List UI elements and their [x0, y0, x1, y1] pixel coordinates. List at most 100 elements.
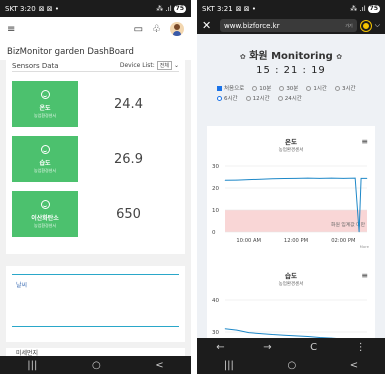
back-arrow-icon[interactable]: ←: [216, 342, 224, 353]
checkbox-icon[interactable]: [217, 85, 222, 91]
range-label: 3시간: [342, 86, 356, 92]
data-point: [354, 177, 356, 179]
battery-icon: 75: [173, 4, 186, 13]
weather-label: 날씨: [16, 282, 28, 289]
range-option[interactable]: 30분: [279, 84, 298, 92]
right-phone-screen: SKT 3:21 ⊠ ⊠ • ⁂ .ıl 75 ✕ www.bizforce.k…: [197, 0, 385, 374]
close-icon[interactable]: ✕: [202, 19, 216, 32]
radio-icon[interactable]: [245, 95, 251, 101]
recents-button[interactable]: |||: [224, 360, 234, 371]
home-button[interactable]: ○: [92, 360, 101, 371]
x-tick-label: 02:00 PM: [331, 238, 355, 244]
range-option[interactable]: 12시간: [245, 94, 270, 102]
more-icon[interactable]: ⋮: [356, 342, 366, 353]
smile-icon: [40, 89, 50, 99]
range-label: 6시간: [224, 96, 238, 102]
range-label: 1시간: [313, 86, 327, 92]
range-option[interactable]: 24시간: [277, 94, 302, 102]
device-list-select[interactable]: 전체: [156, 61, 172, 70]
avatar[interactable]: [170, 22, 184, 36]
data-point: [358, 231, 360, 233]
radio-icon[interactable]: [252, 85, 258, 91]
data-point: [283, 178, 285, 179]
signal-icon: ⁂ .ıl: [350, 4, 366, 13]
range-label: 처음으로: [224, 86, 245, 92]
range-option[interactable]: 3시간: [335, 84, 356, 92]
forward-arrow-icon[interactable]: →: [263, 342, 271, 353]
sensor-subtitle: 농업환경센서: [33, 167, 57, 173]
status-icons: ⊠ ⊠ •: [38, 4, 60, 13]
browser-nav-bar: ← → C ⋮: [197, 338, 385, 356]
browser-home-icon[interactable]: [359, 19, 372, 32]
chevron-down-icon[interactable]: ⌄: [174, 62, 179, 69]
signal-icon: ⁂ .ıl: [156, 4, 172, 13]
data-point: [307, 336, 309, 337]
hamburger-menu-icon[interactable]: ≡: [7, 24, 15, 35]
range-option[interactable]: 10분: [252, 84, 271, 92]
temperature-chart: 0 10 20 30 화원 임계값 미만 10:00 AM 12:00 PM 02:00 PM…: [212, 164, 370, 249]
range-label: 30분: [286, 86, 299, 92]
x-tick-label: 10:00 AM: [236, 238, 261, 244]
device-list-label: Device List:: [119, 62, 155, 69]
status-time: SKT 3:21: [202, 4, 233, 13]
band-label: 화원 임계값 미만: [331, 221, 366, 228]
radio-icon[interactable]: [335, 85, 340, 91]
gear-icon: ✿: [239, 53, 246, 61]
go-button[interactable]: 가기: [345, 23, 352, 29]
range-option[interactable]: 6시간: [217, 94, 238, 102]
left-phone-screen: SKT 3:20 ⊠ ⊠ • ⁂ .ıl 75 ≡ ▭ ♧ BizMonitor…: [0, 0, 191, 374]
url-field[interactable]: www.bizforce.kr 가기: [220, 19, 357, 32]
battery-icon: 75: [367, 4, 380, 13]
clock: 15 : 21 : 19: [256, 65, 326, 76]
gear-icon: ✿: [336, 53, 343, 61]
bell-icon[interactable]: ♧: [152, 24, 161, 35]
data-point: [343, 178, 344, 179]
data-point: [248, 179, 249, 180]
y-tick-label: 40: [212, 298, 219, 304]
weather-card: 날씨: [6, 266, 185, 342]
sensor-row[interactable]: 온도 농업환경센서 24.4: [12, 81, 179, 127]
recents-button[interactable]: |||: [27, 360, 37, 371]
status-icons: ⊠ ⊠ •: [235, 4, 257, 13]
browser-url-bar: ✕ www.bizforce.kr 가기 ⌵: [197, 17, 385, 34]
sensor-name: 이산화탄소: [31, 214, 59, 222]
temperature-chart-card: 온도 농업환경센서 ≡ 0 10 20 30 화원 임계값 미만 10:00 AM 12:0…: [207, 126, 375, 270]
smile-icon: [40, 199, 50, 209]
url-text: www.bizforce.kr: [224, 21, 280, 30]
sensor-subtitle: 농업환경센서: [33, 112, 57, 118]
sensor-row[interactable]: 습도 농업환경센서 26.9: [12, 136, 179, 182]
sensor-name: 온도: [39, 104, 51, 112]
sensor-row[interactable]: 이산화탄소 농업환경센서 650: [12, 191, 179, 237]
range-label: 12시간: [252, 96, 270, 102]
radio-icon[interactable]: [306, 85, 312, 91]
range-option[interactable]: 처음으로: [217, 84, 244, 92]
y-tick-label: 20: [212, 186, 219, 192]
sensors-header: Sensors Data: [12, 61, 59, 70]
data-point: [224, 180, 226, 181]
range-option[interactable]: 1시간: [306, 84, 327, 92]
radio-icon[interactable]: [217, 95, 222, 101]
range-label: 10분: [259, 86, 272, 92]
data-point: [283, 334, 285, 336]
back-button[interactable]: <: [155, 360, 163, 371]
sensors-card: Sensors Data Device List: 전체 ⌄ 온도 농업환경센서…: [6, 60, 185, 254]
data-point: [236, 179, 238, 181]
chevron-down-icon[interactable]: ⌵: [375, 21, 380, 30]
threshold-band: [225, 210, 367, 232]
app-topbar: ≡ ▭ ♧: [0, 17, 191, 41]
sensor-subtitle: 농업환경센서: [33, 222, 57, 228]
chat-icon[interactable]: ▭: [134, 24, 143, 35]
x-tick-label: 12:00 PM: [284, 238, 308, 244]
back-button[interactable]: <: [350, 360, 358, 371]
data-point: [295, 178, 297, 179]
status-bar: SKT 3:20 ⊠ ⊠ • ⁂ .ıl 75: [0, 0, 191, 17]
radio-icon[interactable]: [279, 85, 285, 91]
reload-icon[interactable]: C: [310, 342, 317, 353]
y-tick-label: 30: [212, 330, 219, 336]
system-nav-bar: ||| ○ <: [197, 356, 385, 374]
radio-icon[interactable]: [277, 95, 283, 101]
home-button[interactable]: ○: [287, 360, 296, 371]
data-point: [272, 178, 273, 180]
data-point: [319, 178, 320, 179]
data-point: [295, 335, 297, 337]
